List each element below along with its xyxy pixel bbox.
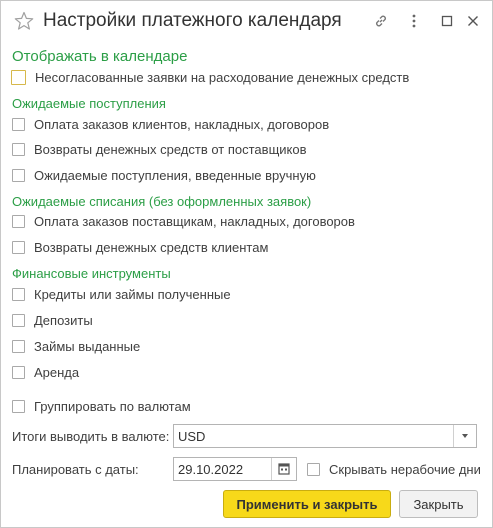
checkbox-row-customer-refunds[interactable]: Возвраты денежных средств клиентам	[12, 238, 268, 256]
checkbox-manual-income[interactable]	[12, 168, 25, 182]
section-display: Отображать в календаре	[12, 48, 188, 65]
calendar-icon	[278, 463, 290, 475]
checkbox-row-lease[interactable]: Аренда	[12, 363, 79, 381]
checkbox-row-manual-income[interactable]: Ожидаемые поступления, введенные вручную	[12, 166, 316, 184]
link-icon[interactable]	[373, 13, 389, 29]
checkbox-label: Аренда	[34, 364, 80, 380]
title-bar: Настройки платежного календаря	[1, 1, 492, 41]
currency-label: Итоги выводить в валюте:	[12, 429, 170, 444]
checkbox-label: Оплата заказов поставщикам, накладных, д…	[34, 213, 355, 229]
apply-close-button[interactable]: Применить и закрыть	[223, 490, 391, 518]
section-financial-instruments: Финансовые инструменты	[12, 266, 171, 281]
plan-date-value: 29.10.2022	[178, 462, 244, 477]
checkbox-row-supplier-refunds[interactable]: Возвраты денежных средств от поставщиков	[12, 140, 307, 158]
checkbox-label: Ожидаемые поступления, введенные вручную	[34, 167, 316, 183]
checkbox-deposits[interactable]	[12, 313, 25, 327]
checkbox-label: Несогласованные заявки на расходование д…	[35, 69, 410, 85]
checkbox-unapproved-requests[interactable]	[11, 69, 26, 85]
more-menu-icon[interactable]	[406, 13, 422, 29]
checkbox-row-unapproved-requests[interactable]: Несогласованные заявки на расходование д…	[11, 68, 410, 86]
section-expected-writeoffs: Ожидаемые списания (без оформленных заяв…	[12, 194, 312, 209]
close-icon[interactable]	[465, 13, 481, 29]
checkbox-label: Займы выданные	[34, 338, 141, 354]
checkbox-row-loans-issued[interactable]: Займы выданные	[12, 337, 140, 355]
checkbox-label: Группировать по валютам	[34, 398, 191, 414]
checkbox-hide-nonworking[interactable]	[307, 462, 320, 476]
checkbox-customer-orders[interactable]	[12, 117, 25, 131]
checkbox-row-customer-orders[interactable]: Оплата заказов клиентов, накладных, дого…	[12, 115, 329, 133]
checkbox-label: Депозиты	[34, 312, 93, 328]
checkbox-label: Оплата заказов клиентов, накладных, дого…	[34, 116, 330, 132]
checkbox-loans-issued[interactable]	[12, 339, 25, 353]
checkbox-label: Возвраты денежных средств от поставщиков	[34, 141, 307, 157]
favorite-star-icon[interactable]	[14, 11, 34, 31]
close-button[interactable]: Закрыть	[399, 490, 478, 518]
plan-date-input[interactable]: 29.10.2022	[173, 457, 297, 481]
dropdown-arrow-icon[interactable]	[453, 425, 476, 447]
checkbox-group-by-currency[interactable]	[12, 399, 25, 413]
checkbox-supplier-orders[interactable]	[12, 214, 25, 228]
currency-select[interactable]: USD	[173, 424, 477, 448]
maximize-icon[interactable]	[439, 13, 455, 29]
checkbox-supplier-refunds[interactable]	[12, 142, 25, 156]
section-expected-income: Ожидаемые поступления	[12, 96, 166, 111]
checkbox-row-group-by-currency[interactable]: Группировать по валютам	[12, 397, 191, 415]
checkbox-label: Кредиты или займы полученные	[34, 286, 231, 302]
checkbox-row-hide-nonworking[interactable]: Скрывать нерабочие дни	[307, 460, 481, 478]
checkbox-lease[interactable]	[12, 365, 25, 379]
checkbox-loans-received[interactable]	[12, 287, 25, 301]
window-title: Настройки платежного календаря	[43, 10, 342, 31]
checkbox-row-loans-received[interactable]: Кредиты или займы полученные	[12, 285, 231, 303]
currency-value: USD	[178, 429, 206, 444]
plan-date-label: Планировать с даты:	[12, 462, 139, 477]
checkbox-label: Возвраты денежных средств клиентам	[34, 239, 269, 255]
checkbox-row-deposits[interactable]: Депозиты	[12, 311, 93, 329]
checkbox-row-supplier-orders[interactable]: Оплата заказов поставщикам, накладных, д…	[12, 212, 355, 230]
checkbox-customer-refunds[interactable]	[12, 240, 25, 254]
settings-dialog: Настройки платежного календаря Отображат…	[0, 0, 493, 528]
calendar-button[interactable]	[271, 458, 296, 480]
checkbox-label: Скрывать нерабочие дни	[329, 461, 481, 477]
